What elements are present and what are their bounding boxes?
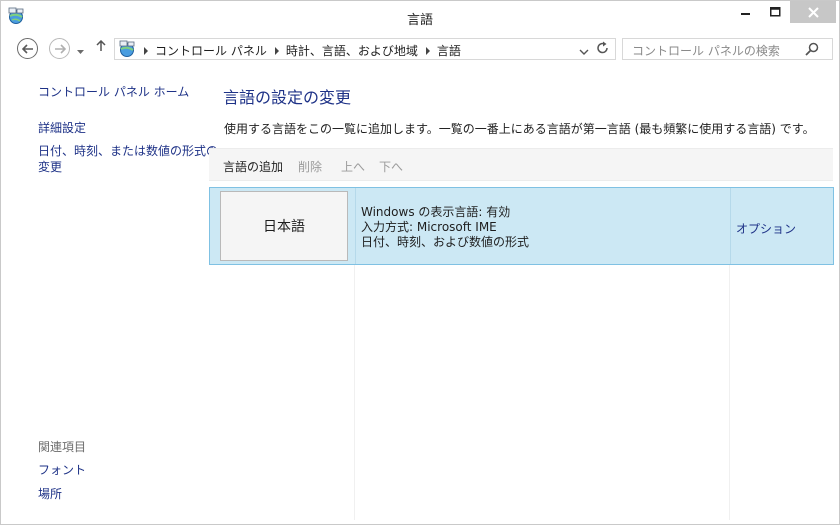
chevron-down-icon <box>77 50 84 54</box>
maximize-button[interactable] <box>761 1 789 23</box>
advanced-settings-link[interactable]: 詳細設定 <box>38 119 86 136</box>
date-time-format-link[interactable]: 日付、時刻、または数値の形式の <box>38 142 218 159</box>
minimize-button[interactable] <box>731 1 761 23</box>
close-icon <box>807 6 819 18</box>
language-details: Windows の表示言語: 有効 入力方式: Microsoft IME 日付… <box>361 205 529 250</box>
remove-button[interactable]: 削除 <box>298 158 322 175</box>
breadcrumb-language[interactable]: 言語 <box>437 42 461 59</box>
maximize-icon <box>769 7 780 17</box>
language-name-tile[interactable]: 日本語 <box>220 191 348 261</box>
window-title: 言語 <box>406 13 433 28</box>
location-link[interactable]: 場所 <box>38 485 62 502</box>
breadcrumb-clock-language-region[interactable]: 時計、言語、および地域 <box>286 42 418 59</box>
language-list-item[interactable]: 日本語 Windows の表示言語: 有効 入力方式: Microsoft IM… <box>209 187 834 265</box>
minimize-icon <box>741 13 750 15</box>
recent-locations-button[interactable] <box>77 44 84 58</box>
breadcrumb-chevron-icon[interactable] <box>274 46 279 55</box>
date-time-format-link-line2[interactable]: 変更 <box>38 158 62 175</box>
address-dropdown-button[interactable] <box>579 45 589 59</box>
add-language-button[interactable]: 言語の追加 <box>223 158 283 175</box>
breadcrumb-chevron-icon[interactable] <box>144 46 148 55</box>
up-arrow-icon <box>96 39 106 51</box>
search-input[interactable]: コントロール パネルの検索 <box>622 38 833 60</box>
refresh-button[interactable] <box>596 41 609 59</box>
page-title: 言語の設定の変更 <box>223 88 352 107</box>
language-window: 言語 コントロール パネル 時計、言語、および地域 言語 コントロール パネルの… <box>0 0 840 525</box>
language-toolbar: 言語の追加 削除 上へ 下へ <box>209 148 833 181</box>
search-placeholder: コントロール パネルの検索 <box>632 44 780 58</box>
row-divider <box>355 188 356 264</box>
breadcrumb-control-panel[interactable]: コントロール パネル <box>155 42 267 59</box>
address-toolbar: コントロール パネル 時計、言語、および地域 言語 コントロール パネルの検索 <box>1 34 839 64</box>
up-button[interactable] <box>96 39 106 56</box>
search-icon[interactable] <box>805 42 819 59</box>
display-language-status: Windows の表示言語: 有効 <box>361 205 511 219</box>
fonts-link[interactable]: フォント <box>38 461 86 478</box>
language-options-link[interactable]: オプション <box>736 220 796 237</box>
refresh-icon <box>597 41 608 54</box>
back-arrow-icon <box>21 43 33 54</box>
forward-button[interactable] <box>49 38 70 59</box>
back-button[interactable] <box>17 38 38 59</box>
close-button[interactable] <box>790 1 836 23</box>
breadcrumb: コントロール パネル 時計、言語、および地域 言語 <box>140 42 461 59</box>
forward-arrow-icon <box>54 43 66 54</box>
title-bar: 言語 <box>1 1 839 32</box>
breadcrumb-chevron-icon[interactable] <box>425 46 430 55</box>
column-divider <box>729 265 730 520</box>
chevron-down-icon <box>579 49 589 55</box>
address-box[interactable]: コントロール パネル 時計、言語、および地域 言語 <box>114 38 616 60</box>
related-items-heading: 関連項目 <box>38 440 87 454</box>
control-panel-home-link[interactable]: コントロール パネル ホーム <box>38 83 189 100</box>
column-divider <box>354 265 355 520</box>
move-up-button[interactable]: 上へ <box>341 158 365 175</box>
input-method: 入力方式: Microsoft IME <box>361 220 497 234</box>
date-time-number-format: 日付、時刻、および数値の形式 <box>361 235 530 249</box>
move-down-button[interactable]: 下へ <box>379 158 403 175</box>
page-description: 使用する言語をこの一覧に追加します。一覧の一番上にある言語が第一言語 (最も頻繁… <box>224 122 815 136</box>
row-divider <box>730 188 731 264</box>
control-panel-globe-icon <box>118 40 136 58</box>
